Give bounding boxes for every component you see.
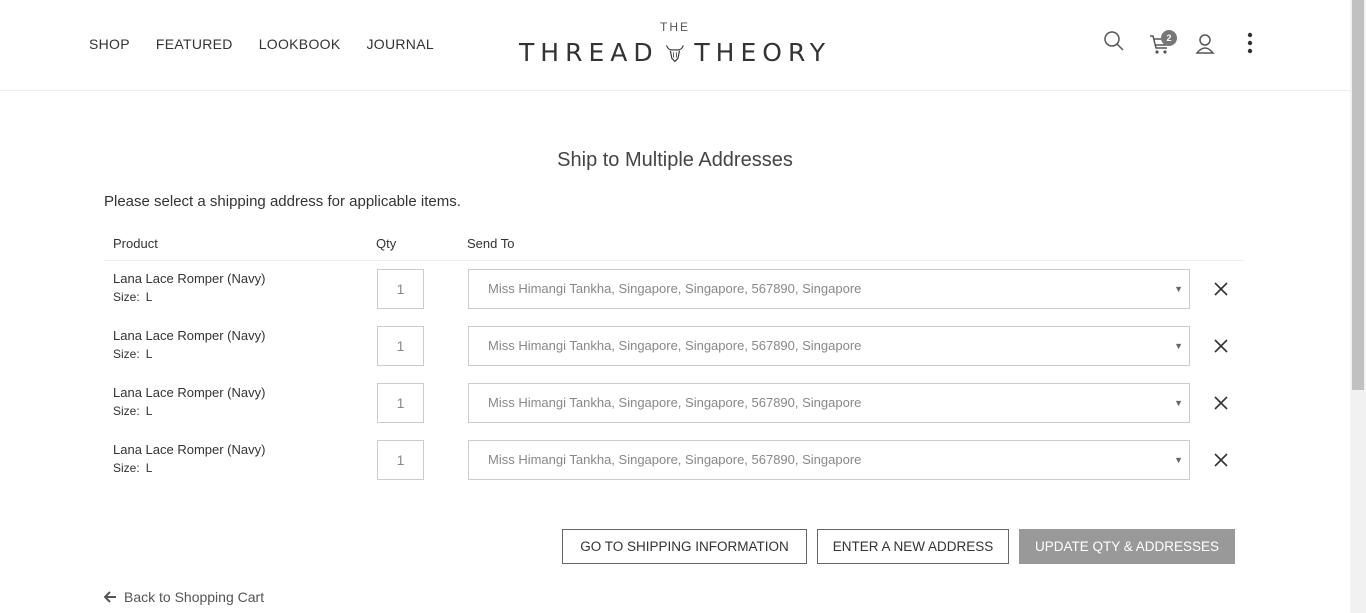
brand-logo[interactable]: THE THREAD THEORY: [519, 20, 831, 70]
logo-right-text: THEORY: [694, 38, 831, 67]
search-icon[interactable]: [1103, 30, 1129, 56]
product-size: Size: L: [113, 290, 152, 304]
page-title: Ship to Multiple Addresses: [557, 149, 793, 171]
page-scrollbar[interactable]: [1350, 0, 1366, 613]
address-selected: Miss Himangi Tankha, Singapore, Singapor…: [488, 338, 862, 353]
more-vertical-icon[interactable]: [1243, 30, 1269, 56]
table-row: Lana Lace Romper (Navy) Size: L Miss Hima…: [104, 432, 1245, 489]
address-selected: Miss Himangi Tankha, Singapore, Singapor…: [488, 395, 862, 410]
address-selected: Miss Himangi Tankha, Singapore, Singapor…: [488, 452, 862, 467]
product-name[interactable]: Lana Lace Romper (Navy): [113, 385, 265, 400]
size-value: L: [145, 347, 153, 361]
product-size: Size: L: [113, 404, 152, 418]
size-label: Size:: [113, 347, 140, 361]
close-icon[interactable]: [1212, 394, 1230, 412]
bull-skull-icon: [665, 44, 684, 62]
arrow-left-icon: [104, 591, 116, 603]
back-to-cart-link[interactable]: Back to Shopping Cart: [104, 589, 264, 605]
product-size: Size: L: [113, 461, 152, 475]
nav-shop[interactable]: SHOP: [89, 36, 130, 52]
nav-lookbook[interactable]: LOOKBOOK: [259, 36, 341, 52]
size-value: L: [145, 461, 153, 475]
product-name[interactable]: Lana Lace Romper (Navy): [113, 442, 265, 457]
user-icon[interactable]: [1195, 30, 1221, 56]
page-intro: Please select a shipping address for app…: [104, 193, 461, 210]
address-select[interactable]: Miss Himangi Tankha, Singapore, Singapor…: [468, 440, 1190, 480]
table-row: Lana Lace Romper (Navy) Size: L Miss Hima…: [104, 261, 1245, 318]
chevron-down-icon: ▼: [1174, 284, 1183, 294]
address-select[interactable]: Miss Himangi Tankha, Singapore, Singapor…: [468, 326, 1190, 366]
close-icon[interactable]: [1212, 280, 1230, 298]
chevron-down-icon: ▼: [1174, 455, 1183, 465]
nav-journal[interactable]: JOURNAL: [366, 36, 433, 52]
nav-featured[interactable]: FEATURED: [156, 36, 233, 52]
site-header: SHOP FEATURED LOOKBOOK JOURNAL THE THREA…: [0, 0, 1350, 91]
qty-input[interactable]: [377, 440, 424, 480]
enter-new-address-button[interactable]: ENTER A NEW ADDRESS: [817, 529, 1009, 564]
size-label: Size:: [113, 461, 140, 475]
header-qty: Qty: [376, 236, 397, 251]
scrollbar-thumb[interactable]: [1352, 0, 1364, 390]
back-to-cart-label: Back to Shopping Cart: [124, 589, 265, 605]
size-value: L: [145, 404, 153, 418]
chevron-down-icon: ▼: [1174, 398, 1183, 408]
address-selected: Miss Himangi Tankha, Singapore, Singapor…: [488, 281, 862, 296]
update-qty-addresses-button[interactable]: UPDATE QTY & ADDRESSES: [1019, 529, 1235, 564]
header-send-to: Send To: [467, 236, 515, 251]
close-icon[interactable]: [1212, 337, 1230, 355]
address-select[interactable]: Miss Himangi Tankha, Singapore, Singapor…: [468, 383, 1190, 423]
table-header: Product Qty Send To: [104, 232, 1245, 261]
qty-input[interactable]: [377, 383, 424, 423]
size-value: L: [145, 290, 153, 304]
address-select[interactable]: Miss Himangi Tankha, Singapore, Singapor…: [468, 269, 1190, 309]
cart-icon[interactable]: 2: [1149, 30, 1177, 56]
size-label: Size:: [113, 404, 140, 418]
header-product: Product: [113, 236, 158, 251]
qty-input[interactable]: [377, 269, 424, 309]
qty-input[interactable]: [377, 326, 424, 366]
product-name[interactable]: Lana Lace Romper (Navy): [113, 271, 265, 286]
size-label: Size:: [113, 290, 140, 304]
table-row: Lana Lace Romper (Navy) Size: L Miss Hima…: [104, 375, 1245, 432]
go-to-shipping-button[interactable]: GO TO SHIPPING INFORMATION: [562, 529, 807, 564]
product-size: Size: L: [113, 347, 152, 361]
chevron-down-icon: ▼: [1174, 341, 1183, 351]
close-icon[interactable]: [1212, 451, 1230, 469]
multi-address-table: Product Qty Send To Lana Lace Romper (Na…: [104, 232, 1245, 489]
cart-count-badge: 2: [1161, 30, 1177, 46]
table-row: Lana Lace Romper (Navy) Size: L Miss Hima…: [104, 318, 1245, 375]
main-nav: SHOP FEATURED LOOKBOOK JOURNAL: [89, 36, 460, 52]
product-name[interactable]: Lana Lace Romper (Navy): [113, 328, 265, 343]
logo-left-text: THREAD: [519, 38, 659, 67]
logo-small-text: THE: [660, 20, 690, 34]
